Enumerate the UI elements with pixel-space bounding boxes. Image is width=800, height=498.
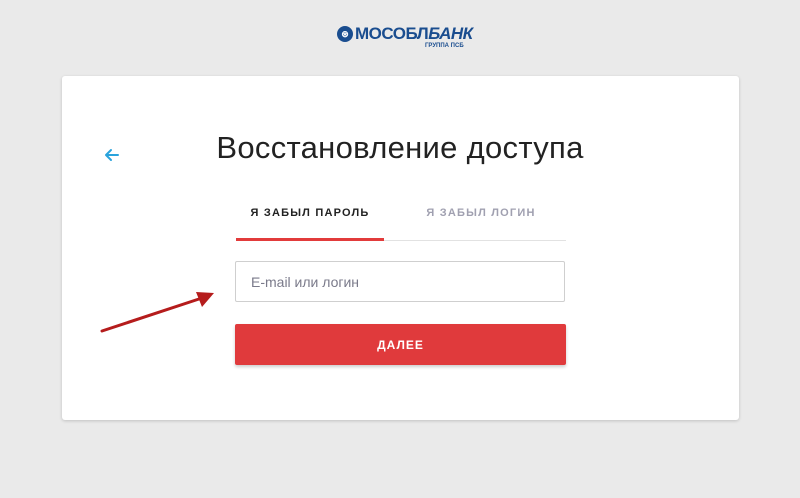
tab-forgot-login[interactable]: Я ЗАБЫЛ ЛОГИН	[396, 200, 566, 240]
arrow-left-icon[interactable]	[103, 146, 121, 164]
login-input[interactable]	[235, 261, 565, 302]
logo-name: МОСОБЛБАНК	[355, 24, 473, 44]
annotation-arrow-icon	[100, 292, 214, 333]
page-title: Восстановление доступа	[216, 130, 584, 165]
tab-forgot-password[interactable]: Я ЗАБЫЛ ПАРОЛЬ	[236, 200, 384, 241]
logo-mark-icon: ⊛	[337, 26, 353, 42]
logo-name-part1: МОСОБЛ	[355, 24, 429, 43]
logo-subtitle: ГРУППА ПСБ	[425, 43, 464, 49]
recovery-card	[62, 76, 739, 420]
logo-name-part2: БАНК	[428, 24, 473, 43]
next-button[interactable]: ДАЛЕЕ	[235, 324, 566, 365]
tab-bar: Я ЗАБЫЛ ПАРОЛЬ Я ЗАБЫЛ ЛОГИН	[236, 200, 566, 241]
bank-logo: ⊛ МОСОБЛБАНК ГРУППА ПСБ	[337, 24, 473, 49]
